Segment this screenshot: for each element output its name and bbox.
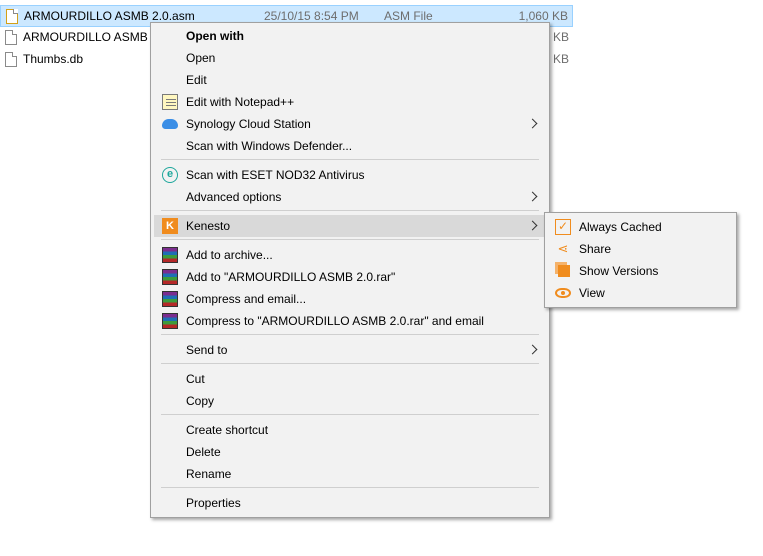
asm-file-icon (6, 8, 18, 24)
menu-item-label: Open with (186, 29, 244, 43)
menu-item-advanced[interactable]: Advanced options (154, 186, 546, 208)
chevron-right-icon (527, 220, 538, 231)
menu-item-label: Create shortcut (186, 423, 269, 437)
file-name: ARMOURDILLO ASMB 2.0.asm (24, 9, 195, 23)
submenu-item-share[interactable]: ⋖ Share (547, 238, 734, 260)
menu-item-label: Scan with Windows Defender... (186, 139, 353, 153)
kenesto-submenu: ✓ Always Cached ⋖ Share Show Versions Vi… (544, 212, 737, 308)
file-icon (5, 51, 17, 67)
menu-item-label: Compress to "ARMOURDILLO ASMB 2.0.rar" a… (186, 314, 484, 328)
menu-item-open-with[interactable]: Open with (154, 25, 546, 47)
submenu-item-label: Share (579, 242, 612, 256)
menu-item-scan-defender[interactable]: Scan with Windows Defender... (154, 135, 546, 157)
menu-item-cut[interactable]: Cut (154, 368, 546, 390)
context-menu: Open with Open Edit Edit with Notepad++ … (150, 22, 550, 518)
cloud-icon (162, 119, 178, 129)
versions-icon (558, 265, 570, 277)
submenu-item-always-cached[interactable]: ✓ Always Cached (547, 216, 734, 238)
menu-item-label: Advanced options (186, 190, 282, 204)
share-icon: ⋖ (557, 241, 569, 256)
menu-item-properties[interactable]: Properties (154, 492, 546, 514)
menu-separator (161, 239, 539, 240)
menu-item-add-rar[interactable]: Add to "ARMOURDILLO ASMB 2.0.rar" (154, 266, 546, 288)
file-size: KB (552, 30, 569, 44)
menu-item-label: Kenesto (186, 219, 231, 233)
menu-item-label: Edit (186, 73, 207, 87)
file-name: ARMOURDILLO ASMB 2 (23, 30, 158, 44)
menu-item-delete[interactable]: Delete (154, 441, 546, 463)
menu-item-label: Copy (186, 394, 215, 408)
menu-separator (161, 363, 539, 364)
menu-item-label: Send to (186, 343, 228, 357)
kenesto-icon: K (162, 218, 178, 234)
submenu-item-label: Always Cached (579, 220, 662, 234)
menu-separator (161, 159, 539, 160)
submenu-item-label: Show Versions (579, 264, 659, 278)
notepad-icon (162, 94, 178, 110)
menu-item-label: Scan with ESET NOD32 Antivirus (186, 168, 365, 182)
menu-item-compress-rar-email[interactable]: Compress to "ARMOURDILLO ASMB 2.0.rar" a… (154, 310, 546, 332)
menu-item-send-to[interactable]: Send to (154, 339, 546, 361)
chevron-right-icon (527, 118, 538, 129)
winrar-icon (162, 291, 178, 307)
menu-item-label: Compress and email... (186, 292, 307, 306)
checkbox-checked-icon: ✓ (555, 219, 571, 235)
menu-item-edit-notepad[interactable]: Edit with Notepad++ (154, 91, 546, 113)
winrar-icon (162, 313, 178, 329)
eset-icon: e (162, 167, 178, 183)
file-date: 25/10/15 8:54 PM (264, 9, 359, 23)
chevron-right-icon (527, 191, 538, 202)
eye-icon (555, 288, 571, 298)
menu-item-label: Edit with Notepad++ (186, 95, 295, 109)
menu-item-label: Properties (186, 496, 241, 510)
chevron-right-icon (527, 344, 538, 355)
menu-item-scan-eset[interactable]: e Scan with ESET NOD32 Antivirus (154, 164, 546, 186)
menu-separator (161, 210, 539, 211)
menu-item-rename[interactable]: Rename (154, 463, 546, 485)
menu-item-kenesto[interactable]: K Kenesto (154, 215, 546, 237)
menu-item-label: Synology Cloud Station (186, 117, 311, 131)
menu-item-label: Add to "ARMOURDILLO ASMB 2.0.rar" (186, 270, 396, 284)
submenu-item-view[interactable]: View (547, 282, 734, 304)
menu-item-label: Open (186, 51, 216, 65)
menu-item-create-shortcut[interactable]: Create shortcut (154, 419, 546, 441)
menu-item-label: Cut (186, 372, 205, 386)
menu-item-label: Delete (186, 445, 221, 459)
menu-separator (161, 414, 539, 415)
menu-item-open[interactable]: Open (154, 47, 546, 69)
submenu-item-label: View (579, 286, 605, 300)
winrar-icon (162, 269, 178, 285)
menu-item-edit[interactable]: Edit (154, 69, 546, 91)
menu-item-compress-email[interactable]: Compress and email... (154, 288, 546, 310)
menu-separator (161, 487, 539, 488)
file-icon (5, 29, 17, 45)
menu-item-copy[interactable]: Copy (154, 390, 546, 412)
menu-item-add-archive[interactable]: Add to archive... (154, 244, 546, 266)
file-name: Thumbs.db (23, 52, 84, 66)
menu-item-label: Rename (186, 467, 232, 481)
submenu-item-show-versions[interactable]: Show Versions (547, 260, 734, 282)
file-size: KB (552, 52, 569, 66)
file-size: 1,060 KB (518, 9, 568, 23)
winrar-icon (162, 247, 178, 263)
menu-separator (161, 334, 539, 335)
menu-item-label: Add to archive... (186, 248, 273, 262)
menu-item-synology[interactable]: Synology Cloud Station (154, 113, 546, 135)
file-type: ASM File (384, 9, 433, 23)
